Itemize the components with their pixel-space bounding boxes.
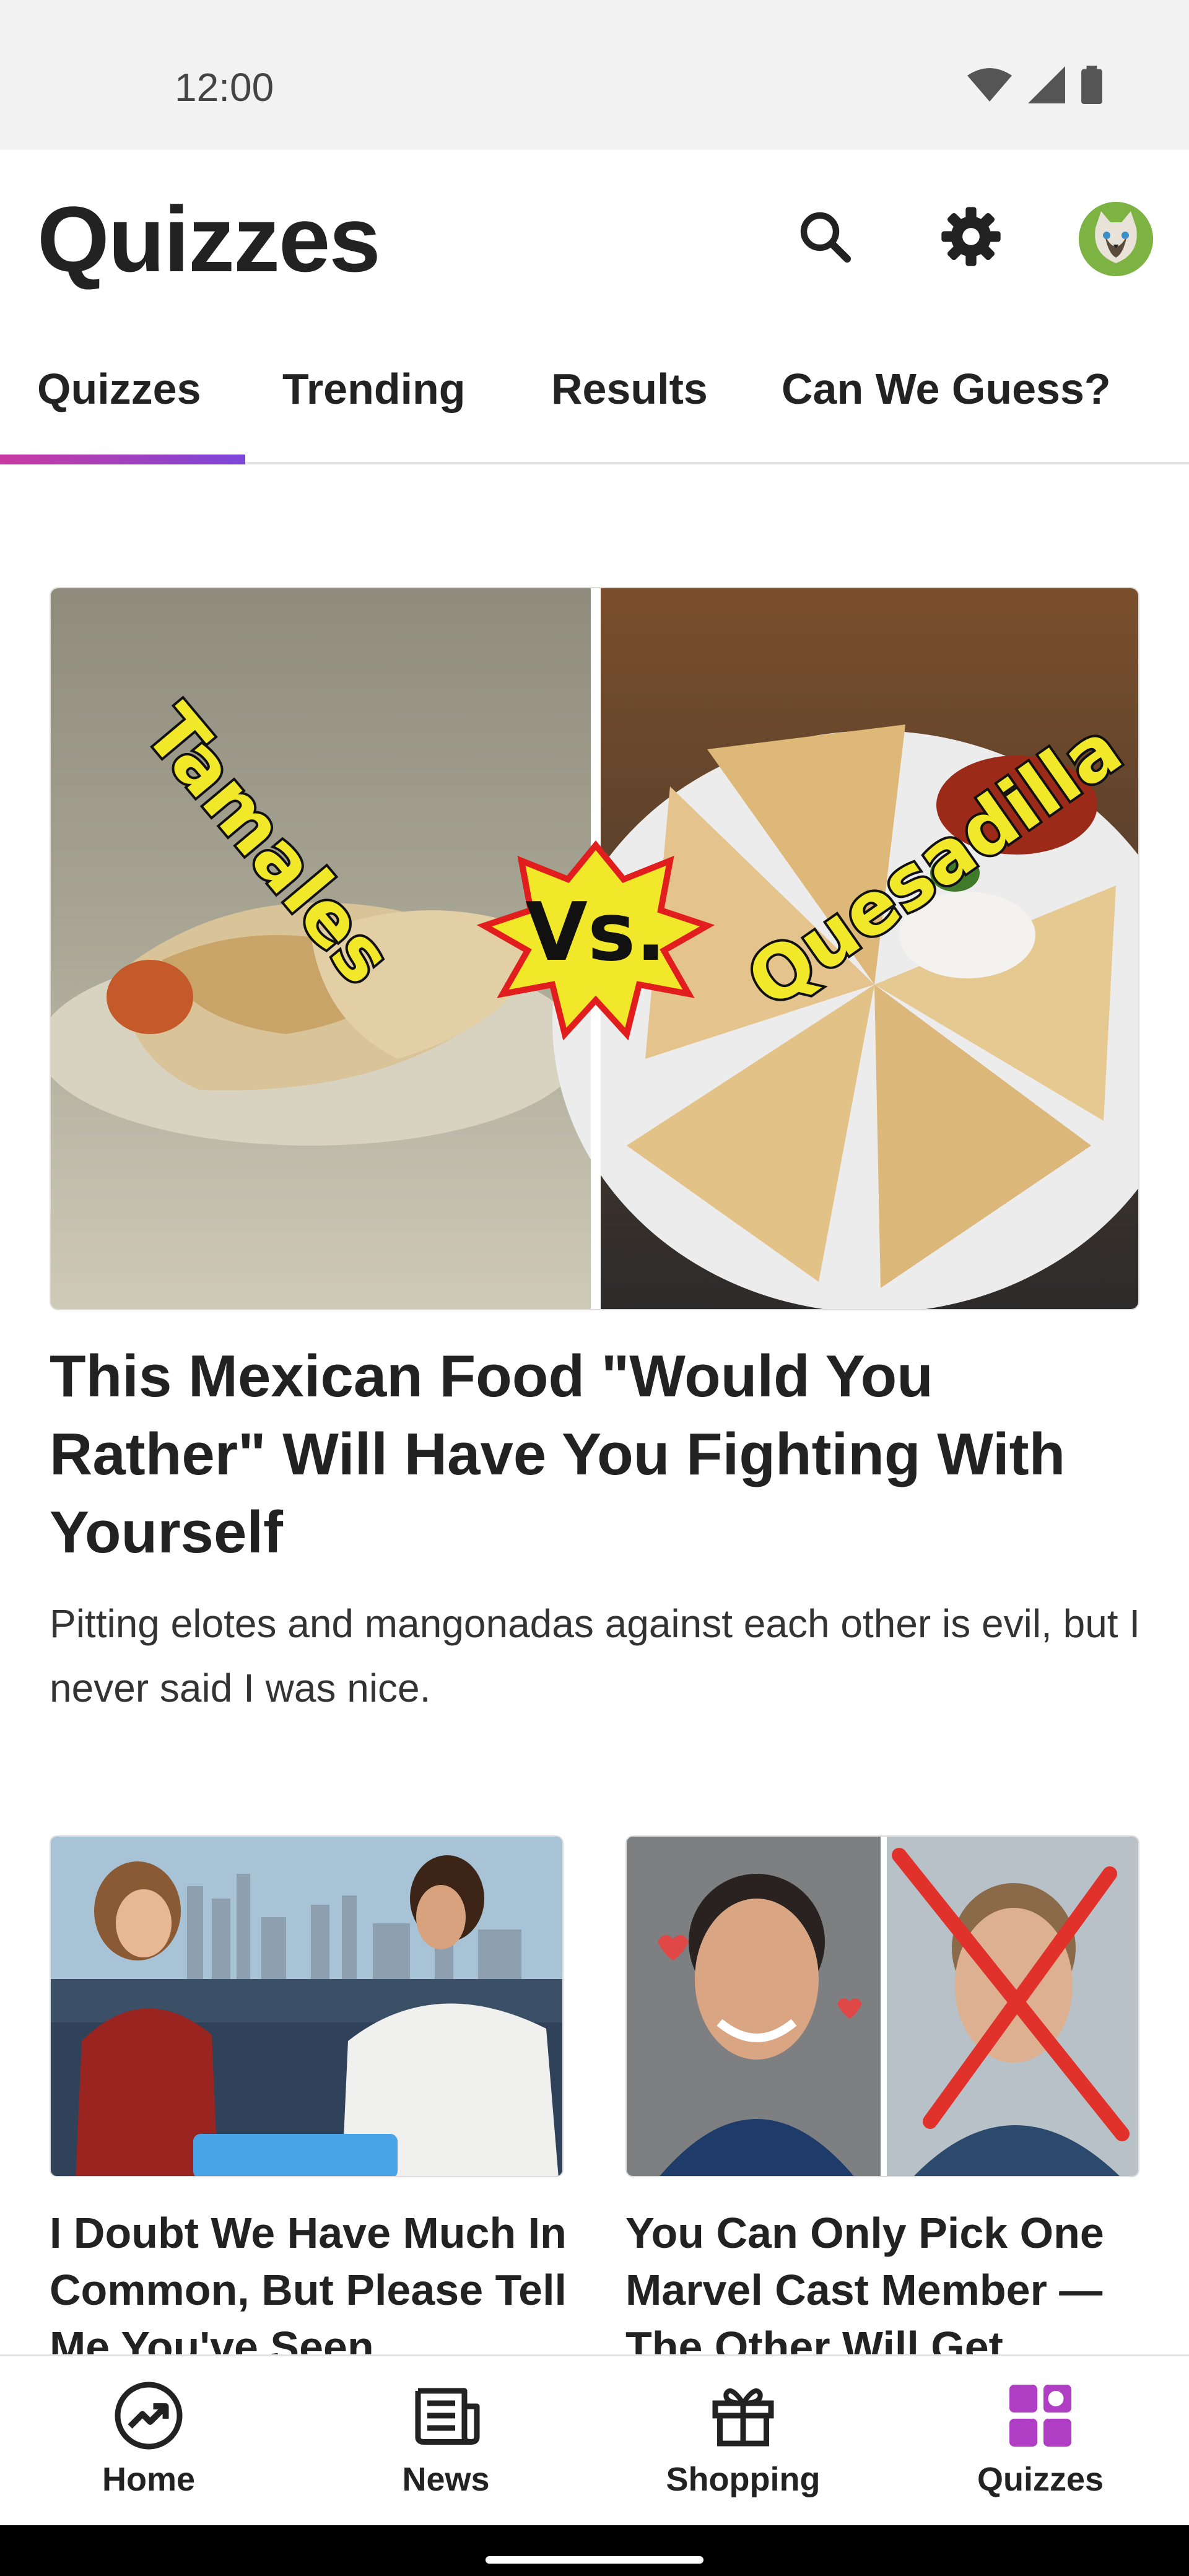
nav-home-label: Home	[102, 2461, 196, 2498]
tab-results[interactable]: Results	[551, 364, 708, 414]
newspaper-icon	[415, 2388, 480, 2445]
gear-icon	[941, 207, 1001, 266]
nav-news-label: News	[402, 2461, 490, 2498]
feature-image[interactable]: Vs. Tamales Quesadilla	[50, 587, 1139, 1310]
bottom-nav: Home News Shopping Quizzes	[0, 2354, 1189, 2525]
marvel-actors-image	[627, 1837, 1138, 2176]
nav-shopping-label: Shopping	[666, 2461, 821, 2498]
battery-icon	[1081, 66, 1102, 104]
vs-text: Vs.	[525, 885, 666, 979]
settings-button[interactable]	[934, 199, 1008, 274]
card-image-1[interactable]	[50, 1835, 564, 2177]
active-tab-indicator	[0, 455, 245, 464]
cat-avatar-icon	[1079, 202, 1153, 276]
system-nav-bar	[0, 2525, 1189, 2576]
nav-quizzes[interactable]: Quizzes	[947, 2378, 1133, 2499]
card-image-2[interactable]	[625, 1835, 1139, 2177]
feature-description: Pitting elotes and mangonadas against ea…	[50, 1601, 1141, 1710]
page-title: Quizzes	[37, 187, 381, 291]
status-bar: 12:00	[0, 0, 1189, 150]
status-time: 12:00	[175, 65, 274, 110]
tab-quizzes[interactable]: Quizzes	[37, 364, 201, 414]
nav-news[interactable]: News	[353, 2378, 539, 2499]
trending-icon	[115, 2382, 183, 2450]
card-title-1[interactable]: I Doubt We Have Much In Common, But Plea…	[50, 2204, 570, 2375]
signal-icon	[1028, 66, 1065, 103]
nav-home[interactable]: Home	[56, 2378, 242, 2499]
movie-scene-image	[51, 1837, 562, 2176]
gesture-handle[interactable]	[486, 2556, 703, 2564]
nav-quizzes-label: Quizzes	[977, 2461, 1104, 2498]
wifi-icon	[967, 68, 1012, 102]
search-button[interactable]	[788, 199, 862, 274]
app-header: Quizzes	[0, 150, 1189, 317]
tamales-vs-quesadilla-image: Vs. Tamales Quesadilla	[51, 588, 1138, 1309]
tab-trending[interactable]: Trending	[282, 364, 466, 414]
search-icon	[800, 212, 851, 263]
card-title-2[interactable]: You Can Only Pick One Marvel Cast Member…	[625, 2204, 1146, 2375]
quizzes-grid-icon	[1009, 2385, 1071, 2447]
tab-bar: Quizzes Trending Results Can We Guess?	[0, 317, 1189, 464]
nav-shopping[interactable]: Shopping	[650, 2378, 836, 2499]
tab-can-we-guess[interactable]: Can We Guess?	[782, 364, 1111, 414]
gift-icon	[712, 2388, 774, 2447]
avatar[interactable]	[1079, 202, 1153, 276]
feature-title[interactable]: This Mexican Food "Would You Rather" Wil…	[50, 1338, 1139, 1572]
status-icons	[967, 66, 1102, 104]
